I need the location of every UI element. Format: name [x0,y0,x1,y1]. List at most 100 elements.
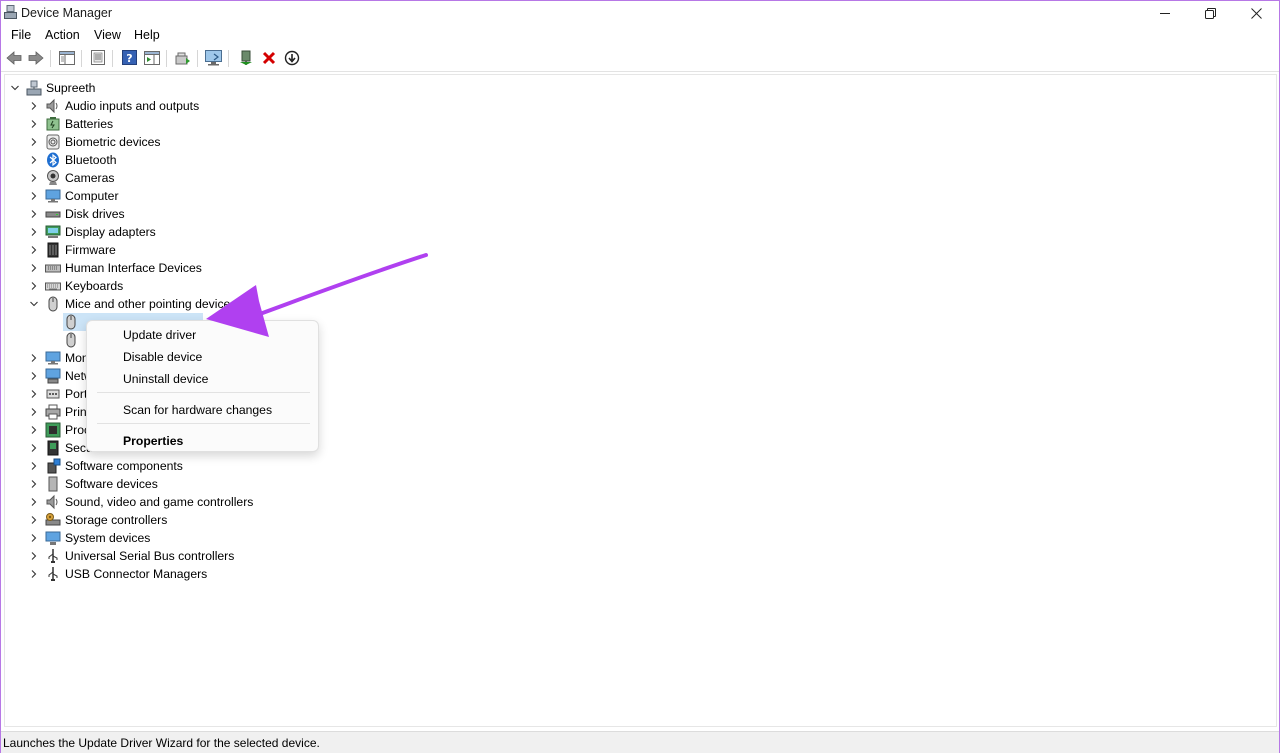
tree-item-cameras[interactable]: Cameras [27,169,114,187]
menu-view[interactable]: View [92,28,123,42]
expand-chevron-icon[interactable] [27,205,41,223]
tree-child-mouse-2[interactable] [63,331,83,349]
menu-action[interactable]: Action [43,28,82,42]
tree-item-sound-video[interactable]: Sound, video and game controllers [27,493,253,511]
status-bar: Launches the Update Driver Wizard for th… [1,731,1279,753]
status-text: Launches the Update Driver Wizard for th… [3,736,320,750]
tree-child-mouse-1[interactable] [63,313,83,331]
expand-chevron-icon[interactable] [27,511,41,529]
menu-update-driver[interactable]: Update driver [123,328,196,342]
tree-item-label: Bluetooth [65,153,117,167]
restore-icon [1204,7,1216,19]
expand-chevron-icon[interactable] [27,133,41,151]
menu-disable-device[interactable]: Disable device [123,350,202,364]
properties-button[interactable] [88,49,108,69]
disable-button[interactable] [282,49,302,69]
expand-chevron-icon[interactable] [27,187,41,205]
menu-properties[interactable]: Properties [123,434,183,448]
tree-item-network[interactable]: Netw [27,367,93,385]
toolbar-separator [81,50,82,67]
tree-item-monitors[interactable]: Mon [27,349,89,367]
tree-item-audio[interactable]: Audio inputs and outputs [27,97,199,115]
menu-help[interactable]: Help [132,28,162,42]
tree-item-computer[interactable]: Computer [27,187,119,205]
context-menu: Update driver Disable device Uninstall d… [86,320,319,452]
expand-chevron-icon[interactable] [27,259,41,277]
tree-item-label: Firmware [65,243,116,257]
tree-item-label: Sound, video and game controllers [65,495,254,509]
show-hide-console-tree-button[interactable] [57,49,77,69]
tree-item-usb-controllers[interactable]: Universal Serial Bus controllers [27,547,234,565]
expand-chevron-icon[interactable] [27,151,41,169]
tree-item-software-devices[interactable]: Software devices [27,475,158,493]
help-button[interactable]: ? [119,49,139,69]
tree-item-firmware[interactable]: Firmware [27,241,116,259]
tree-item-label: Prin [65,405,87,419]
expand-chevron-icon[interactable] [27,367,41,385]
tree-item-label: Software components [65,459,183,473]
tree-item-hid[interactable]: Human Interface Devices [27,259,202,277]
expand-chevron-icon[interactable] [27,97,41,115]
tree-item-display-adapters[interactable]: Display adapters [27,223,156,241]
tree-item-software-components[interactable]: Software components [27,457,183,475]
tree-item-label: Storage controllers [65,513,168,527]
update-driver-button[interactable] [173,49,193,69]
tree-item-bluetooth[interactable]: Bluetooth [27,151,117,169]
toolbar-separator [228,50,229,67]
tree-item-label: Universal Serial Bus controllers [65,549,235,563]
tree-item-batteries[interactable]: Batteries [27,115,113,133]
computer-root-icon [26,80,42,96]
expand-chevron-icon[interactable] [27,349,41,367]
forward-arrow-icon [28,50,44,68]
toolbar-separator [112,50,113,67]
action-pane-button[interactable] [142,49,162,69]
add-driver-button[interactable] [236,49,256,69]
menu-uninstall-device[interactable]: Uninstall device [123,372,208,386]
forward-button[interactable] [26,49,46,69]
tree-item-label: Port [65,387,88,401]
back-button[interactable] [4,49,24,69]
expand-chevron-icon[interactable] [27,475,41,493]
menu-scan-hardware[interactable]: Scan for hardware changes [123,403,272,417]
expand-chevron-icon[interactable] [27,277,41,295]
tree-item-printers[interactable]: Prin [27,403,87,421]
speaker-icon [45,98,61,114]
scan-hardware-button[interactable] [204,49,224,69]
tree-item-label: Software devices [65,477,158,491]
tree-root[interactable]: Supreeth [8,79,95,97]
tree-item-ports[interactable]: Port [27,385,87,403]
minimize-button[interactable] [1142,1,1188,25]
tree-item-keyboards[interactable]: Keyboards [27,277,123,295]
expand-chevron-icon[interactable] [27,547,41,565]
collapse-chevron-icon[interactable] [27,295,41,313]
tree-root-label: Supreeth [46,81,96,95]
tree-item-disk-drives[interactable]: Disk drives [27,205,125,223]
expand-chevron-icon[interactable] [27,439,41,457]
close-button[interactable] [1233,1,1279,25]
tree-item-biometric[interactable]: Biometric devices [27,133,161,151]
scan-hardware-icon [205,49,223,69]
tree-item-system-devices[interactable]: System devices [27,529,150,547]
expand-chevron-icon[interactable] [27,493,41,511]
restore-button[interactable] [1187,1,1233,25]
expand-chevron-icon[interactable] [27,565,41,583]
tree-item-security[interactable]: Secu [27,439,93,457]
expand-chevron-icon[interactable] [27,241,41,259]
tree-item-storage-controllers[interactable]: Storage controllers [27,511,167,529]
tree-item-usb-connector-managers[interactable]: USB Connector Managers [27,565,207,583]
expand-chevron-icon[interactable] [27,385,41,403]
uninstall-button[interactable] [259,49,279,69]
expand-chevron-icon[interactable] [27,529,41,547]
expand-chevron-icon[interactable] [27,115,41,133]
expand-chevron-icon[interactable] [27,421,41,439]
menu-file[interactable]: File [9,28,33,42]
tree-item-mice[interactable]: Mice and other pointing devices [27,295,236,313]
expand-chevron-icon[interactable] [27,223,41,241]
collapse-chevron-icon[interactable] [8,79,22,97]
tree-item-processors[interactable]: Proc [27,421,90,439]
processor-icon [45,422,61,438]
close-icon [1250,7,1262,19]
expand-chevron-icon[interactable] [27,169,41,187]
expand-chevron-icon[interactable] [27,403,41,421]
expand-chevron-icon[interactable] [27,457,41,475]
